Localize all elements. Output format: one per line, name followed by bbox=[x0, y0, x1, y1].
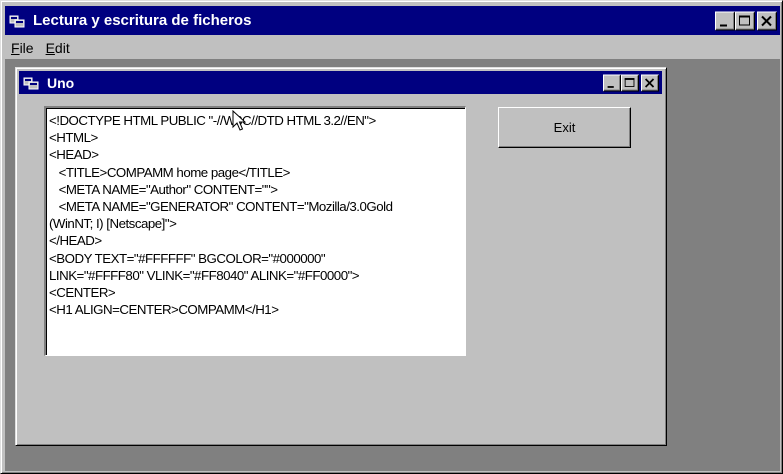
text-line: </HEAD> bbox=[49, 233, 102, 249]
minimize-button[interactable] bbox=[715, 11, 735, 30]
close-icon bbox=[644, 77, 655, 88]
main-caption-buttons bbox=[715, 11, 777, 30]
maximize-icon bbox=[624, 77, 635, 87]
menu-edit-mnemonic: E bbox=[45, 40, 55, 56]
text-line: <HTML> bbox=[49, 130, 98, 146]
app-window-icon[interactable] bbox=[9, 13, 27, 29]
child-caption-buttons bbox=[603, 74, 659, 91]
menu-file[interactable]: File bbox=[5, 40, 40, 56]
main-titlebar[interactable]: Lectura y escritura de ficheros bbox=[5, 6, 780, 35]
child-title: Uno bbox=[47, 74, 75, 91]
status-bar bbox=[5, 449, 780, 471]
text-line: <H1 ALIGN=CENTER>COMPAMM</H1> bbox=[49, 302, 279, 318]
close-icon bbox=[761, 15, 772, 26]
menu-file-mnemonic: F bbox=[11, 40, 20, 56]
child-window-icon[interactable] bbox=[23, 75, 41, 91]
menu-edit-label: dit bbox=[54, 40, 70, 56]
main-window: Lectura y escritura de ficheros File Edi… bbox=[0, 0, 783, 474]
text-line: <HEAD> bbox=[49, 147, 99, 163]
text-line: <META NAME="Author" CONTENT=""> bbox=[49, 181, 278, 197]
child-maximize-button[interactable] bbox=[621, 74, 639, 91]
file-content-textarea[interactable]: <!DOCTYPE HTML PUBLIC "-//W3C//DTD HTML … bbox=[44, 106, 466, 356]
text-line: LINK="#FFFF80" VLINK="#FF8040" ALINK="#F… bbox=[49, 267, 360, 283]
text-line: <CENTER> bbox=[49, 285, 116, 301]
maximize-icon bbox=[739, 15, 750, 25]
menu-edit[interactable]: Edit bbox=[40, 40, 76, 56]
exit-button[interactable]: Exit bbox=[498, 107, 631, 148]
text-line: <TITLE>COMPAMM home page</TITLE> bbox=[49, 164, 291, 180]
main-title: Lectura y escritura de ficheros bbox=[33, 12, 252, 29]
close-button[interactable] bbox=[757, 11, 777, 30]
child-titlebar[interactable]: Uno bbox=[19, 71, 662, 94]
text-line: (WinNT; I) [Netscape]"> bbox=[49, 216, 177, 232]
menu-bar: File Edit bbox=[5, 37, 76, 59]
text-line: <META NAME="GENERATOR" CONTENT="Mozilla/… bbox=[49, 199, 393, 215]
child-close-button[interactable] bbox=[641, 74, 659, 91]
maximize-button[interactable] bbox=[735, 11, 755, 30]
child-window-uno: Uno <!DOCTYPE HTML PUBLIC "-//W3C//DTD H… bbox=[15, 67, 667, 446]
text-line: <BODY TEXT="#FFFFFF" BGCOLOR="#000000" bbox=[49, 250, 326, 266]
menu-file-label: ile bbox=[19, 40, 34, 56]
text-line: <!DOCTYPE HTML PUBLIC "-//W3C//DTD HTML … bbox=[49, 113, 376, 128]
child-minimize-button[interactable] bbox=[603, 74, 621, 91]
minimize-icon bbox=[607, 85, 614, 88]
minimize-icon bbox=[720, 24, 727, 26]
